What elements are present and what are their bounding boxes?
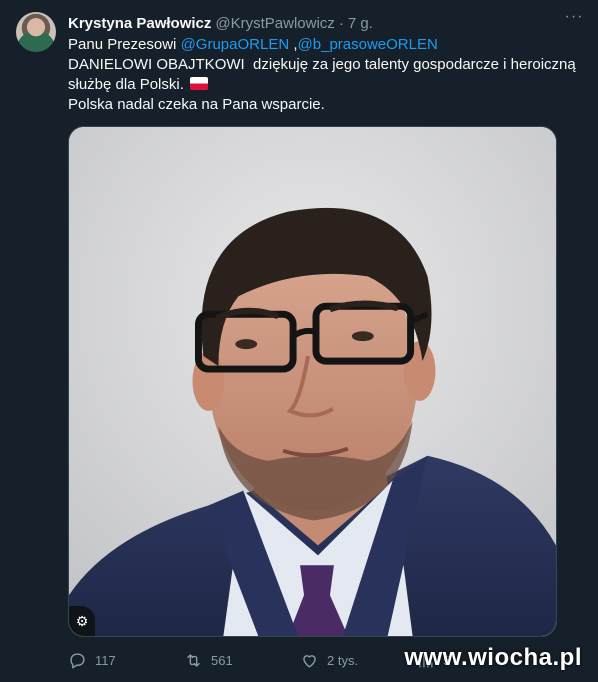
like-count: 2 tys. (327, 652, 359, 668)
text-line-3: służbę dla Polski. (68, 75, 578, 95)
text-line-2: DANIELOWI OBAJTKOWI dziękuję za jego tal… (68, 56, 576, 73)
reply-button[interactable]: 117 (68, 651, 184, 670)
author-name[interactable]: Krystyna Pawłowicz (68, 15, 211, 32)
reply-count: 117 (95, 652, 116, 668)
poland-flag-icon (190, 77, 209, 90)
mention-b-prasoweorlen[interactable]: @b_prasoweORLEN (298, 36, 438, 53)
retweet-count: 561 (211, 652, 233, 668)
watermark: www.wiocha.pl (404, 644, 582, 671)
text-prefix: Panu Prezesowi (68, 36, 177, 53)
mention-grupaorlen[interactable]: @GrupaORLEN (181, 36, 290, 53)
timestamp[interactable]: 7 g. (348, 15, 373, 32)
text-line-4: Polska nadal czeka na Pana wsparcie. (68, 96, 325, 113)
avatar[interactable] (16, 12, 56, 52)
tweet-text: Panu Prezesowi @GrupaORLEN ,@b_prasoweOR… (68, 35, 578, 115)
more-options-icon[interactable]: ··· (564, 9, 584, 30)
text-line-3-content: służbę dla Polski. (68, 76, 184, 93)
tweet-header: Krystyna Pawłowicz @KrystPawlowicz · 7 g… (68, 13, 582, 33)
retweet-button[interactable]: 561 (184, 651, 300, 670)
tweet-photo[interactable]: ⚙ (68, 126, 557, 637)
author-handle[interactable]: @KrystPawlowicz (215, 15, 334, 32)
heart-icon (303, 654, 316, 668)
reply-icon (70, 652, 85, 668)
text-line-1: Panu Prezesowi @GrupaORLEN ,@b_prasoweOR… (68, 35, 578, 55)
separator-dot: · (338, 14, 344, 32)
media-settings-icon[interactable]: ⚙ (69, 606, 95, 636)
portrait-image (69, 127, 556, 636)
like-button[interactable]: 2 tys. (300, 651, 416, 670)
tweet[interactable]: Krystyna Pawłowicz @KrystPawlowicz · 7 g… (0, 0, 598, 682)
retweet-icon (187, 653, 200, 667)
